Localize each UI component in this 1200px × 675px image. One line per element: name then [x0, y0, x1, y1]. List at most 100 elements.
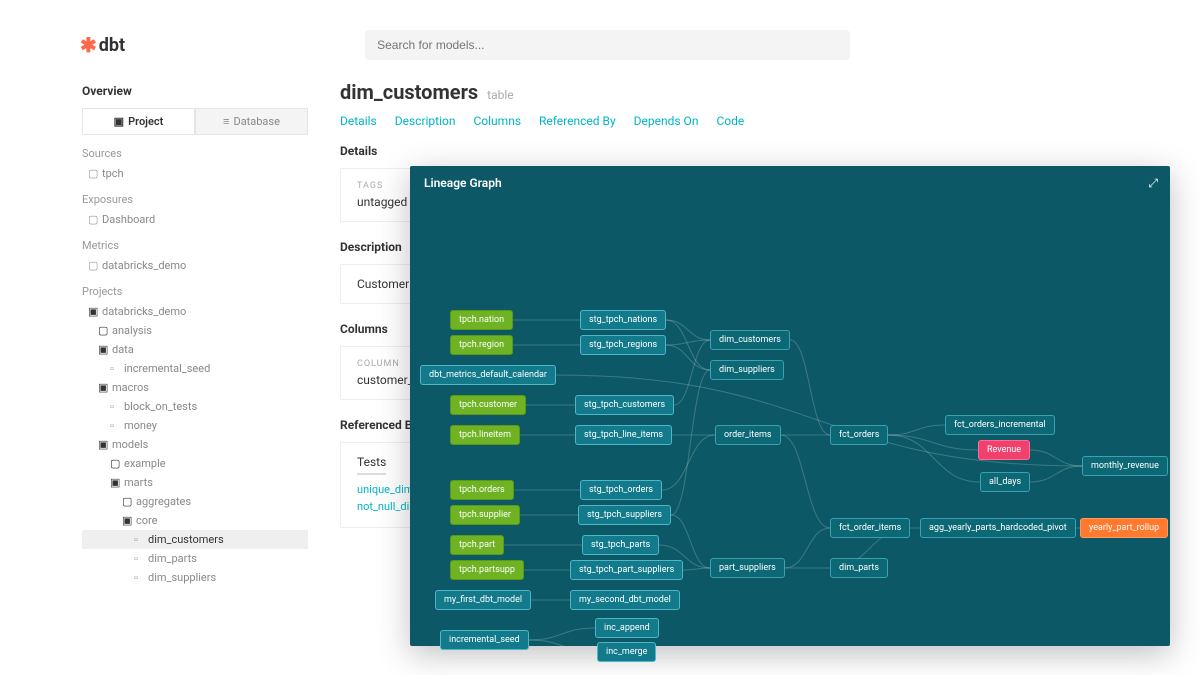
lineage-node-stg_tpch_nations[interactable]: stg_tpch_nations: [580, 310, 666, 330]
details-heading: Details: [340, 144, 830, 158]
project-root[interactable]: ▣ databricks_demo: [82, 302, 308, 321]
lineage-node-my_first_dbt_model[interactable]: my_first_dbt_model: [435, 590, 531, 610]
sidebar-item-databricks_demo[interactable]: ▢ databricks_demo: [82, 256, 308, 275]
lineage-node-stg_tpch_line_items[interactable]: stg_tpch_line_items: [575, 425, 672, 445]
overview-heading: Overview: [82, 84, 308, 98]
lineage-node-dim_suppliers[interactable]: dim_suppliers: [710, 360, 784, 380]
search-container: [365, 30, 850, 60]
lineage-node-tpch-part[interactable]: tpch.part: [450, 535, 504, 555]
tree-item-dim_parts[interactable]: ▫ dim_parts: [82, 549, 308, 568]
content-tab-depends-on[interactable]: Depends On: [634, 114, 699, 128]
folder-icon: ▣: [114, 115, 124, 128]
lineage-node-stg_tpch_part_suppliers[interactable]: stg_tpch_part_suppliers: [570, 560, 683, 580]
lineage-node-order_items[interactable]: order_items: [715, 425, 781, 445]
lineage-node-fct_orders[interactable]: fct_orders: [830, 425, 888, 445]
content-tab-columns[interactable]: Columns: [473, 114, 521, 128]
file-icon: ▫: [134, 533, 148, 546]
sidebar: Overview ▣Project ≡Database Sources ▢ tpc…: [70, 76, 320, 595]
lineage-node-stg_tpch_regions[interactable]: stg_tpch_regions: [580, 335, 666, 355]
tree-item-dim_suppliers[interactable]: ▫ dim_suppliers: [82, 568, 308, 587]
file-icon: ▫: [134, 552, 148, 565]
folder-icon: ▢: [88, 259, 102, 272]
tests-heading: Tests: [357, 455, 386, 475]
lineage-node-fct_order_items[interactable]: fct_order_items: [830, 518, 910, 538]
section-head-projects: Projects: [82, 285, 308, 298]
folder-icon: ▢: [88, 167, 102, 180]
search-input[interactable]: [365, 30, 850, 60]
lineage-node-fct_orders_incremental[interactable]: fct_orders_incremental: [945, 415, 1055, 435]
tree-item-analysis[interactable]: ▢ analysis: [82, 321, 308, 340]
sidebar-item-Dashboard[interactable]: ▢ Dashboard: [82, 210, 308, 229]
lineage-node-stg_tpch_customers[interactable]: stg_tpch_customers: [575, 395, 674, 415]
folder-open-icon: ▣: [122, 514, 136, 527]
section-head-sources: Sources: [82, 147, 308, 160]
lineage-node-yearly_part_rollup[interactable]: yearly_part_rollup: [1080, 518, 1168, 538]
page-title: dim_customers: [340, 80, 478, 104]
lineage-node-incremental_seed[interactable]: incremental_seed: [440, 630, 529, 650]
content-tab-referenced-by[interactable]: Referenced By: [539, 114, 616, 128]
sidebar-tabs: ▣Project ≡Database: [82, 108, 308, 135]
lineage-node-stg_tpch_suppliers[interactable]: stg_tpch_suppliers: [578, 505, 671, 525]
lineage-node-tpch-region[interactable]: tpch.region: [450, 335, 513, 355]
tree-item-example[interactable]: ▢ example: [82, 454, 308, 473]
folder-open-icon: ▣: [88, 305, 102, 318]
folder-open-icon: ▣: [98, 381, 112, 394]
tree-item-dim_customers[interactable]: ▫ dim_customers: [82, 530, 308, 549]
file-icon: ▫: [134, 571, 148, 584]
folder-icon: ▢: [122, 495, 136, 508]
header: ✱ dbt: [70, 30, 850, 76]
lineage-node-all_days[interactable]: all_days: [980, 472, 1030, 492]
lineage-graph[interactable]: tpch.nation tpch.region tpch.customer tpch.…: [410, 200, 1170, 646]
folder-open-icon: ▣: [98, 438, 112, 451]
content-tab-code[interactable]: Code: [716, 114, 744, 128]
lineage-node-tpch-lineitem[interactable]: tpch.lineitem: [450, 425, 520, 445]
lineage-node-inc_merge[interactable]: inc_merge: [597, 642, 656, 662]
lineage-node-stg_tpch_parts[interactable]: stg_tpch_parts: [582, 535, 659, 555]
lineage-node-dim_parts[interactable]: dim_parts: [830, 558, 888, 578]
file-icon: ▫: [110, 362, 124, 375]
tags-label: TAGS: [357, 181, 407, 191]
lineage-node-Revenue[interactable]: Revenue: [978, 440, 1030, 460]
content-tab-details[interactable]: Details: [340, 114, 377, 128]
tree-item-money[interactable]: ▫ money: [82, 416, 308, 435]
expand-icon[interactable]: ⤢: [1148, 176, 1158, 191]
sidebar-item-tpch[interactable]: ▢ tpch: [82, 164, 308, 183]
lineage-node-tpch-nation[interactable]: tpch.nation: [450, 310, 513, 330]
lineage-node-stg_tpch_orders[interactable]: stg_tpch_orders: [580, 480, 662, 500]
folder-open-icon: ▣: [110, 476, 124, 489]
content-tab-description[interactable]: Description: [395, 114, 456, 128]
lineage-node-tpch-orders[interactable]: tpch.orders: [450, 480, 514, 500]
tree-item-aggregates[interactable]: ▢ aggregates: [82, 492, 308, 511]
file-icon: ▫: [110, 419, 124, 432]
tree-item-models[interactable]: ▣ models: [82, 435, 308, 454]
lineage-title: Lineage Graph: [410, 166, 1170, 200]
lineage-node-agg_yearly_parts_hardcoded_pivot[interactable]: agg_yearly_parts_hardcoded_pivot: [920, 518, 1076, 538]
file-icon: ▫: [110, 400, 124, 413]
folder-icon: ▢: [98, 324, 112, 337]
lineage-node-part_suppliers[interactable]: part_suppliers: [710, 558, 785, 578]
tree-item-block_on_tests[interactable]: ▫ block_on_tests: [82, 397, 308, 416]
dbt-logo-icon: ✱: [80, 33, 95, 57]
tab-database[interactable]: ≡Database: [195, 108, 308, 135]
tree-item-core[interactable]: ▣ core: [82, 511, 308, 530]
tree-item-incremental_seed[interactable]: ▫ incremental_seed: [82, 359, 308, 378]
folder-icon: ▢: [88, 213, 102, 226]
section-head-metrics: Metrics: [82, 239, 308, 252]
lineage-node-inc_append[interactable]: inc_append: [595, 618, 659, 638]
lineage-node-tpch-customer[interactable]: tpch.customer: [450, 395, 526, 415]
lineage-node-dim_customers[interactable]: dim_customers: [710, 330, 790, 350]
lineage-node-dbt_metrics_default_calendar[interactable]: dbt_metrics_default_calendar: [420, 365, 556, 385]
folder-icon: ▢: [110, 457, 124, 470]
lineage-node-tpch-partsupp[interactable]: tpch.partsupp: [450, 560, 524, 580]
lineage-node-monthly_revenue[interactable]: monthly_revenue: [1082, 456, 1168, 476]
page-header: dim_customers table: [340, 80, 830, 104]
tab-project[interactable]: ▣Project: [82, 108, 195, 135]
lineage-node-my_second_dbt_model[interactable]: my_second_dbt_model: [570, 590, 680, 610]
tags-value: untagged: [357, 195, 407, 209]
tree-item-marts[interactable]: ▣ marts: [82, 473, 308, 492]
tree-item-macros[interactable]: ▣ macros: [82, 378, 308, 397]
lineage-node-tpch-supplier[interactable]: tpch.supplier: [450, 505, 520, 525]
tree-item-data[interactable]: ▣ data: [82, 340, 308, 359]
dbt-logo-text: dbt: [99, 35, 125, 56]
folder-open-icon: ▣: [98, 343, 112, 356]
